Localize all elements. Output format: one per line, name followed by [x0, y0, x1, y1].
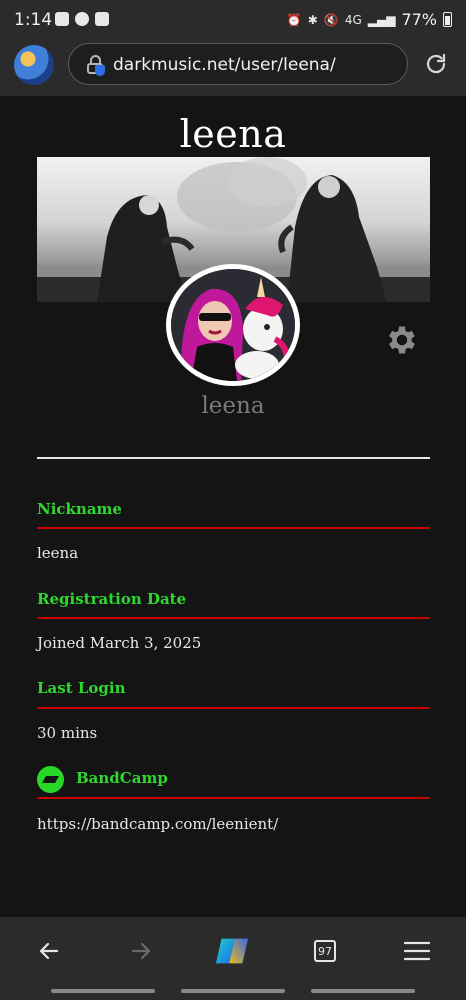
- tab-count: 97: [314, 940, 336, 962]
- network-type: 4G: [344, 12, 362, 27]
- signal-icon: ▂▄▆: [367, 12, 396, 27]
- profile-avatar[interactable]: [166, 264, 300, 386]
- tabs-button[interactable]: 97: [307, 933, 343, 969]
- address-bar[interactable]: darkmusic.net/user/leena/: [68, 43, 408, 85]
- status-bar: 1:14 ⏰ ✱ 🔇 4G ▂▄▆ 77%: [0, 0, 466, 40]
- gesture-bar-left: [51, 989, 155, 993]
- profile-display-name: leena: [201, 393, 265, 419]
- gesture-bar-center: [181, 989, 285, 993]
- last-login-underline: [37, 707, 430, 709]
- mute-icon: 🔇: [323, 12, 339, 27]
- battery-percent: 77%: [401, 10, 437, 29]
- bandcamp-underline: [37, 797, 430, 799]
- status-time: 1:14: [14, 10, 53, 30]
- nickname-value: leena: [37, 544, 79, 562]
- nickname-underline: [37, 527, 430, 529]
- gear-icon[interactable]: [384, 322, 420, 358]
- battery-icon: [443, 12, 452, 27]
- browser-toolbar: darkmusic.net/user/leena/: [0, 40, 466, 96]
- alarm-icon: ⏰: [286, 12, 302, 27]
- reload-icon[interactable]: [424, 52, 448, 76]
- copilot-button[interactable]: [214, 933, 250, 969]
- system-indicators: ⏰ ✱ 🔇 4G ▂▄▆ 77%: [287, 10, 452, 29]
- last-login-value: 30 mins: [37, 724, 98, 742]
- last-login-label: Last Login: [37, 679, 126, 697]
- menu-button[interactable]: [399, 933, 435, 969]
- bandcamp-link[interactable]: https://bandcamp.com/leenient/: [37, 815, 278, 833]
- image-notification-icon: [95, 12, 109, 26]
- bluetooth-icon: ✱: [307, 12, 318, 27]
- url-text[interactable]: darkmusic.net/user/leena/: [113, 55, 336, 75]
- ring-notification-icon: [75, 12, 89, 26]
- notification-icons: [55, 12, 109, 26]
- forward-arrow-icon: [131, 942, 151, 960]
- copilot-icon: [215, 938, 249, 964]
- browser-profile-avatar[interactable]: [14, 45, 54, 85]
- back-button[interactable]: [31, 933, 67, 969]
- browser-bottom-nav: 97: [0, 917, 466, 1000]
- gesture-bar-right: [311, 989, 415, 993]
- nickname-label: Nickname: [37, 500, 122, 518]
- back-arrow-icon: [39, 942, 59, 960]
- registration-date-value: Joined March 3, 2025: [37, 634, 202, 652]
- site-security-icon[interactable]: [87, 55, 105, 76]
- section-divider: [37, 457, 430, 459]
- registration-date-label: Registration Date: [37, 590, 187, 608]
- registration-date-underline: [37, 617, 430, 619]
- forward-button[interactable]: [123, 933, 159, 969]
- page-title: leena: [179, 112, 287, 156]
- hamburger-menu-icon: [404, 941, 430, 961]
- bandcamp-icon: [37, 766, 64, 793]
- app-notification-icon: [55, 12, 69, 26]
- bandcamp-label: BandCamp: [76, 769, 168, 787]
